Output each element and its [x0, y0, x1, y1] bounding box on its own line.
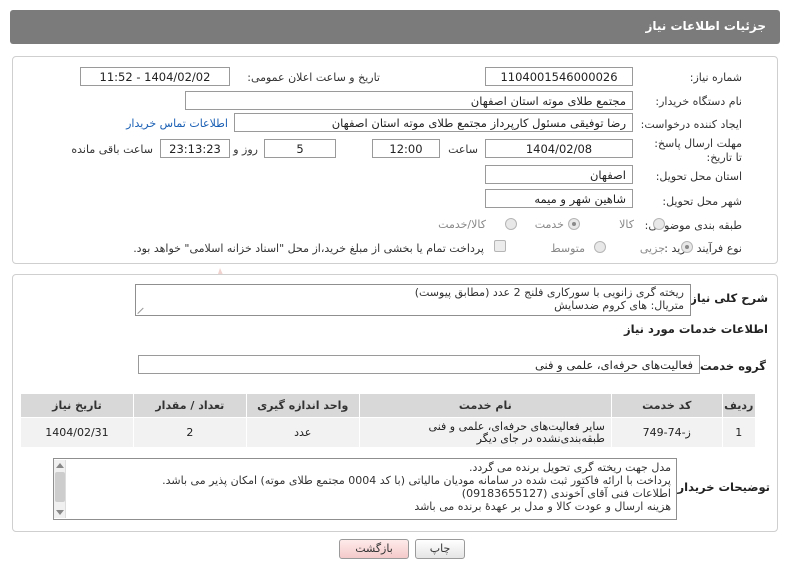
- purchase-type-label: نوع فرآیند خرید :: [664, 242, 742, 255]
- category-radio-goods[interactable]: [653, 218, 665, 230]
- category-radio-goods-service[interactable]: [505, 218, 517, 230]
- contact-buyer-link[interactable]: اطلاعات تماس خریدار: [126, 117, 228, 130]
- service-group-field: فعالیت‌های حرفه‌ای، علمی و فنی: [138, 355, 700, 374]
- row-name: سایر فعالیت‌های حرفه‌ای، علمی و فنی طبقه…: [358, 417, 612, 448]
- services-table: ردیف کد خدمت نام خدمت واحد اندازه گیری ت…: [20, 393, 757, 448]
- creator-label: ایجاد کننده درخواست:: [640, 118, 742, 131]
- purchase-option-medium: متوسط: [550, 242, 585, 255]
- buyer-note-line-2: پرداخت با ارائه فاکتور ثبت شده در سامانه…: [162, 474, 671, 487]
- table-row: 1 ز-74-749 سایر فعالیت‌های حرفه‌ای، علمی…: [20, 417, 757, 448]
- col-date: تاریخ نیاز: [20, 393, 134, 418]
- treasury-note: پرداخت تمام یا بخشی از مبلغ خرید،از محل …: [133, 242, 484, 255]
- category-option-goods-service: کالا/خدمت: [438, 218, 486, 231]
- creator-field: رضا توفیقی مسئول کارپرداز مجتمع طلای موت…: [234, 113, 633, 132]
- description-line-2: متریال: های کروم ضدسایش: [554, 299, 684, 312]
- row-unit: عدد: [245, 417, 360, 448]
- deadline-date-field: 1404/02/08: [485, 139, 633, 158]
- buyer-notes-label: توضیحات خریدار:: [672, 480, 770, 494]
- print-button[interactable]: چاپ: [415, 539, 465, 559]
- need-number-field: 1104001546000026: [485, 67, 633, 86]
- services-table-header: ردیف کد خدمت نام خدمت واحد اندازه گیری ت…: [20, 393, 757, 418]
- col-code: کد خدمت: [610, 393, 723, 418]
- buyer-notes-scrollbar[interactable]: [54, 460, 66, 518]
- col-qty: تعداد / مقدار: [132, 393, 247, 418]
- purchase-radio-medium[interactable]: [594, 241, 606, 253]
- description-label: شرح کلی نیاز:: [685, 291, 768, 305]
- purchase-option-minor: جزیی: [639, 242, 665, 255]
- description-line-1: ریخته گری زانویی با سورکاری فلنج 2 عدد (…: [414, 286, 684, 299]
- remaining-time-field: 23:13:23: [160, 139, 230, 158]
- category-option-goods: کالا: [619, 218, 634, 231]
- back-button[interactable]: بازگشت: [339, 539, 409, 559]
- category-option-service: خدمت: [534, 218, 564, 231]
- deadline-time-field: 12:00: [372, 139, 440, 158]
- service-group-label: گروه خدمت:: [695, 359, 766, 373]
- col-unit: واحد اندازه گیری: [245, 393, 360, 418]
- city-label: شهر محل تحویل:: [662, 195, 742, 208]
- announce-field: 1404/02/02 - 11:52: [80, 67, 230, 86]
- province-field: اصفهان: [485, 165, 633, 184]
- city-field: شاهین شهر و میمه: [485, 189, 633, 208]
- scroll-thumb[interactable]: [55, 472, 65, 502]
- col-name: نام خدمت: [358, 393, 612, 418]
- buyer-note-line-1: مدل جهت ریخته گری تحویل برنده می گردد.: [468, 461, 671, 474]
- category-radio-service[interactable]: [568, 218, 580, 230]
- buyer-note-line-3: اطلاعات فنی آقای آخوندی (09183655127): [461, 487, 671, 500]
- province-label: استان محل تحویل:: [655, 170, 742, 183]
- page-title: جزئیات اطلاعات نیاز: [645, 19, 766, 33]
- scroll-down-icon[interactable]: [56, 510, 64, 515]
- buyer-note-line-4: هزینه ارسال و عودت کالا و مدل بر عهدهٔ ب…: [414, 500, 671, 513]
- treasury-checkbox[interactable]: [494, 240, 506, 252]
- row-code: ز-74-749: [610, 417, 723, 448]
- purchase-radio-minor[interactable]: [681, 241, 693, 253]
- col-row: ردیف: [721, 393, 757, 418]
- buyer-org-field: مجتمع طلای موته استان اصفهان: [185, 91, 633, 110]
- deadline-time-label: ساعت: [448, 143, 478, 156]
- row-qty: 2: [132, 417, 247, 448]
- scroll-up-icon[interactable]: [56, 463, 64, 468]
- announce-label: تاریخ و ساعت اعلان عمومی:: [247, 71, 380, 84]
- days-label: روز و: [233, 143, 258, 156]
- services-section-title: اطلاعات خدمات مورد نیاز: [624, 322, 768, 336]
- row-index: 1: [721, 417, 757, 448]
- buyer-notes-textarea[interactable]: مدل جهت ریخته گری تحویل برنده می گردد. پ…: [53, 458, 677, 520]
- remaining-label: ساعت باقی مانده: [71, 143, 153, 156]
- deadline-label: مهلت ارسال پاسخ: تا تاریخ:: [654, 137, 742, 164]
- row-date: 1404/02/31: [20, 417, 134, 448]
- days-field: 5: [264, 139, 336, 158]
- buyer-org-label: نام دستگاه خریدار:: [655, 95, 742, 108]
- description-textarea[interactable]: ریخته گری زانویی با سورکاری فلنج 2 عدد (…: [135, 284, 691, 316]
- resize-handle-icon[interactable]: [138, 306, 146, 314]
- need-number-label: شماره نیاز:: [689, 71, 742, 84]
- page-header: جزئیات اطلاعات نیاز: [10, 10, 780, 44]
